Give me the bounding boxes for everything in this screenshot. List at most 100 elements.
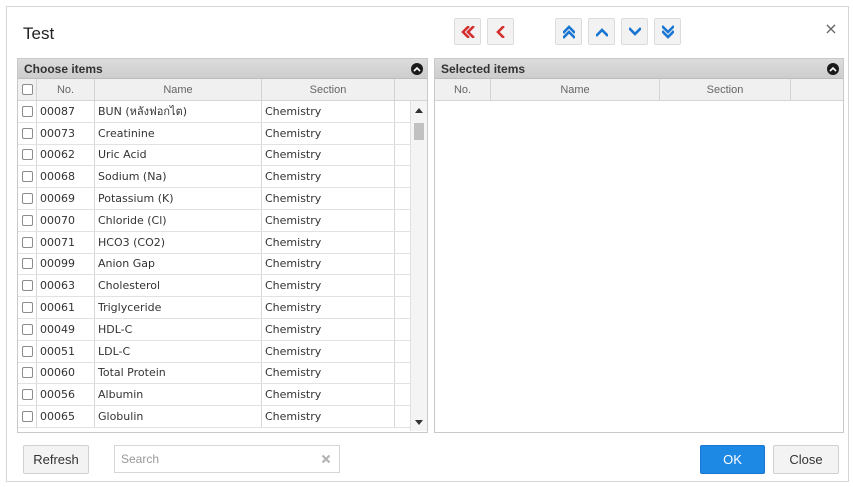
cell-section: Chemistry	[262, 188, 395, 209]
select-all-checkbox[interactable]	[21, 84, 33, 95]
dialog-title: Test	[23, 24, 55, 43]
row-checkbox[interactable]	[21, 149, 33, 161]
cell-name: Cholesterol	[95, 275, 262, 297]
selected-items-header: Selected items	[435, 59, 843, 79]
table-row[interactable]: 00049 HDL-C Chemistry	[18, 318, 427, 341]
column-name[interactable]: Name	[95, 79, 262, 100]
cell-no: 00073	[37, 122, 95, 144]
double-chevron-down-icon	[661, 24, 674, 39]
collapse-icon[interactable]	[411, 63, 423, 75]
row-checkbox-cell	[18, 101, 37, 122]
table-row[interactable]: 00051 LDL-C Chemistry	[18, 340, 427, 363]
cell-section: Chemistry	[262, 166, 395, 188]
row-checkbox[interactable]	[21, 127, 33, 139]
table-row[interactable]: 00073 Creatinine Chemistry	[18, 122, 427, 145]
column-no[interactable]: No.	[435, 79, 491, 100]
move-top-button[interactable]	[555, 18, 582, 45]
chevron-up-icon	[595, 27, 608, 37]
row-checkbox-cell	[18, 318, 37, 340]
table-row[interactable]: 00071 HCO3 (CO2) Chemistry	[18, 231, 427, 254]
search-input[interactable]: Search	[114, 445, 340, 473]
cell-section: Chemistry	[262, 144, 395, 166]
choose-column-header: No. Name Section	[18, 79, 427, 101]
table-row[interactable]: 00087 BUN (หลังฟอกไต) Chemistry	[18, 101, 427, 123]
cell-section: Chemistry	[262, 231, 395, 253]
row-checkbox-cell	[18, 340, 37, 362]
choose-items-grid: 00087 BUN (หลังฟอกไต) Chemistry 00073 Creati…	[18, 101, 427, 431]
move-up-button[interactable]	[588, 18, 615, 45]
row-checkbox[interactable]	[21, 323, 33, 335]
table-row[interactable]: 00056 Albumin Chemistry	[18, 384, 427, 407]
selected-items-panel: Selected items No. Name Section	[434, 58, 844, 433]
move-left-button[interactable]	[487, 18, 514, 45]
select-all-cell	[18, 79, 37, 100]
move-all-left-button[interactable]	[454, 18, 481, 45]
row-checkbox[interactable]	[21, 389, 33, 401]
selected-column-header: No. Name Section	[435, 79, 843, 101]
cell-section: Chemistry	[262, 209, 395, 231]
column-no[interactable]: No.	[37, 79, 95, 100]
table-row[interactable]: 00069 Potassium (K) Chemistry	[18, 188, 427, 210]
cell-no: 00061	[37, 297, 95, 318]
cell-section: Chemistry	[262, 406, 395, 427]
move-down-button[interactable]	[621, 18, 648, 45]
scroll-up-icon[interactable]	[411, 103, 427, 117]
row-checkbox[interactable]	[21, 280, 33, 292]
table-row[interactable]: 00060 Total Protein Chemistry	[18, 362, 427, 385]
column-section[interactable]: Section	[262, 79, 395, 100]
column-section[interactable]: Section	[660, 79, 791, 100]
scrollbar[interactable]	[410, 101, 427, 431]
cell-no: 00051	[37, 340, 95, 362]
collapse-icon[interactable]	[827, 63, 839, 75]
cell-name: Triglyceride	[95, 297, 262, 318]
cell-name: Total Protein	[95, 362, 262, 384]
table-row[interactable]: 00070 Chloride (Cl) Chemistry	[18, 209, 427, 232]
cell-section: Chemistry	[262, 362, 395, 384]
row-checkbox-cell	[18, 297, 37, 318]
row-checkbox[interactable]	[21, 193, 33, 205]
choose-items-rows: 00087 BUN (หลังฟอกไต) Chemistry 00073 Creati…	[18, 101, 427, 428]
cell-no: 00069	[37, 188, 95, 209]
close-button[interactable]: Close	[773, 445, 839, 474]
scrollbar-thumb[interactable]	[414, 123, 424, 140]
table-row[interactable]: 00062 Uric Acid Chemistry	[18, 144, 427, 167]
cell-section: Chemistry	[262, 318, 395, 340]
cell-section: Chemistry	[262, 275, 395, 297]
row-checkbox-cell	[18, 144, 37, 166]
double-chevron-left-icon	[460, 25, 475, 38]
cell-section: Chemistry	[262, 384, 395, 406]
cell-no: 00068	[37, 166, 95, 188]
table-row[interactable]: 00065 Globulin Chemistry	[18, 406, 427, 428]
scroll-down-icon[interactable]	[411, 415, 427, 429]
clear-search-icon[interactable]	[319, 452, 333, 466]
cell-name: Albumin	[95, 384, 262, 406]
cell-no: 00062	[37, 144, 95, 166]
row-checkbox-cell	[18, 406, 37, 427]
row-checkbox[interactable]	[21, 214, 33, 226]
row-checkbox[interactable]	[21, 411, 33, 423]
row-checkbox[interactable]	[21, 302, 33, 314]
row-checkbox-cell	[18, 362, 37, 384]
row-checkbox[interactable]	[21, 105, 33, 117]
row-checkbox[interactable]	[21, 171, 33, 183]
ok-button[interactable]: OK	[700, 445, 765, 474]
table-row[interactable]: 00061 Triglyceride Chemistry	[18, 297, 427, 319]
table-row[interactable]: 00063 Cholesterol Chemistry	[18, 275, 427, 298]
cell-name: Creatinine	[95, 122, 262, 144]
cell-section: Chemistry	[262, 340, 395, 362]
choose-items-title: Choose items	[24, 62, 103, 76]
column-name[interactable]: Name	[491, 79, 660, 100]
row-checkbox[interactable]	[21, 236, 33, 248]
table-row[interactable]: 00099 Anion Gap Chemistry	[18, 253, 427, 276]
cell-no: 00065	[37, 406, 95, 427]
row-checkbox[interactable]	[21, 367, 33, 379]
move-bottom-button[interactable]	[654, 18, 681, 45]
table-row[interactable]: 00068 Sodium (Na) Chemistry	[18, 166, 427, 189]
refresh-button[interactable]: Refresh	[23, 445, 89, 474]
chevron-left-icon	[495, 25, 506, 38]
cell-no: 00049	[37, 318, 95, 340]
row-checkbox[interactable]	[21, 345, 33, 357]
row-checkbox[interactable]	[21, 258, 33, 270]
cell-section: Chemistry	[262, 297, 395, 318]
close-icon[interactable]: ×	[822, 20, 840, 38]
